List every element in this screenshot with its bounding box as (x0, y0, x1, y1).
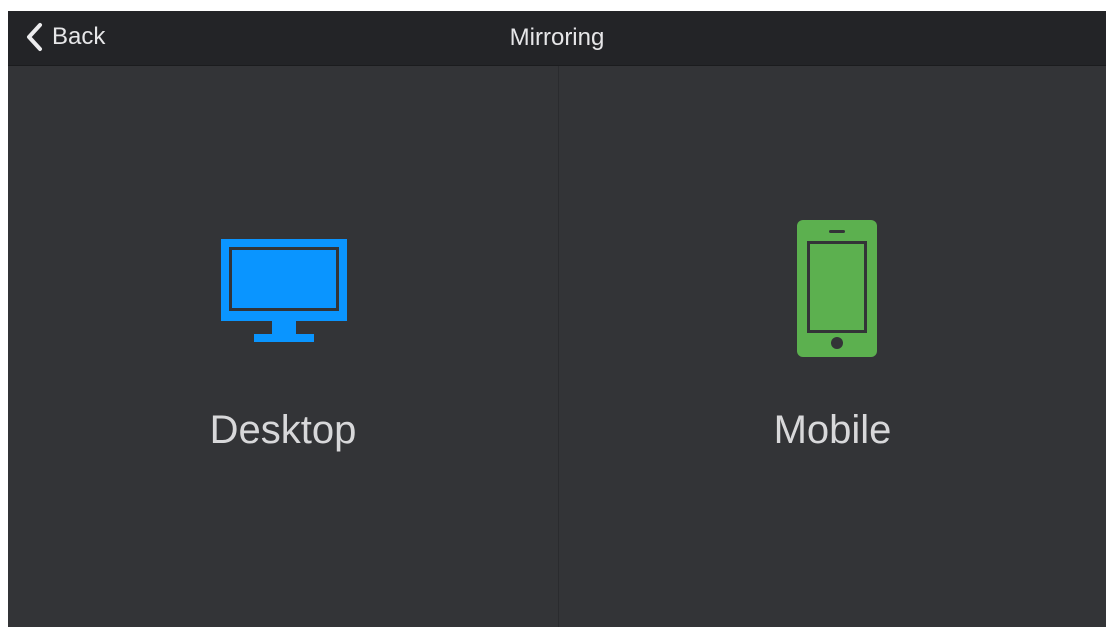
mirroring-screen: Back Mirroring Desktop Mobile (8, 11, 1106, 627)
chevron-left-icon (27, 23, 42, 51)
desktop-option-label: Desktop (209, 408, 357, 452)
mirroring-options: Desktop Mobile (8, 66, 1106, 627)
top-navigation-bar: Back Mirroring (8, 11, 1106, 66)
mobile-option-label: Mobile (773, 408, 892, 452)
page-title: Mirroring (509, 24, 605, 51)
mobile-option[interactable]: Mobile (559, 66, 1106, 627)
back-button-label: Back (52, 23, 106, 50)
desktop-monitor-icon (221, 239, 347, 342)
desktop-option[interactable]: Desktop (8, 66, 558, 627)
back-button[interactable]: Back (24, 19, 105, 55)
mobile-phone-icon (797, 220, 877, 357)
